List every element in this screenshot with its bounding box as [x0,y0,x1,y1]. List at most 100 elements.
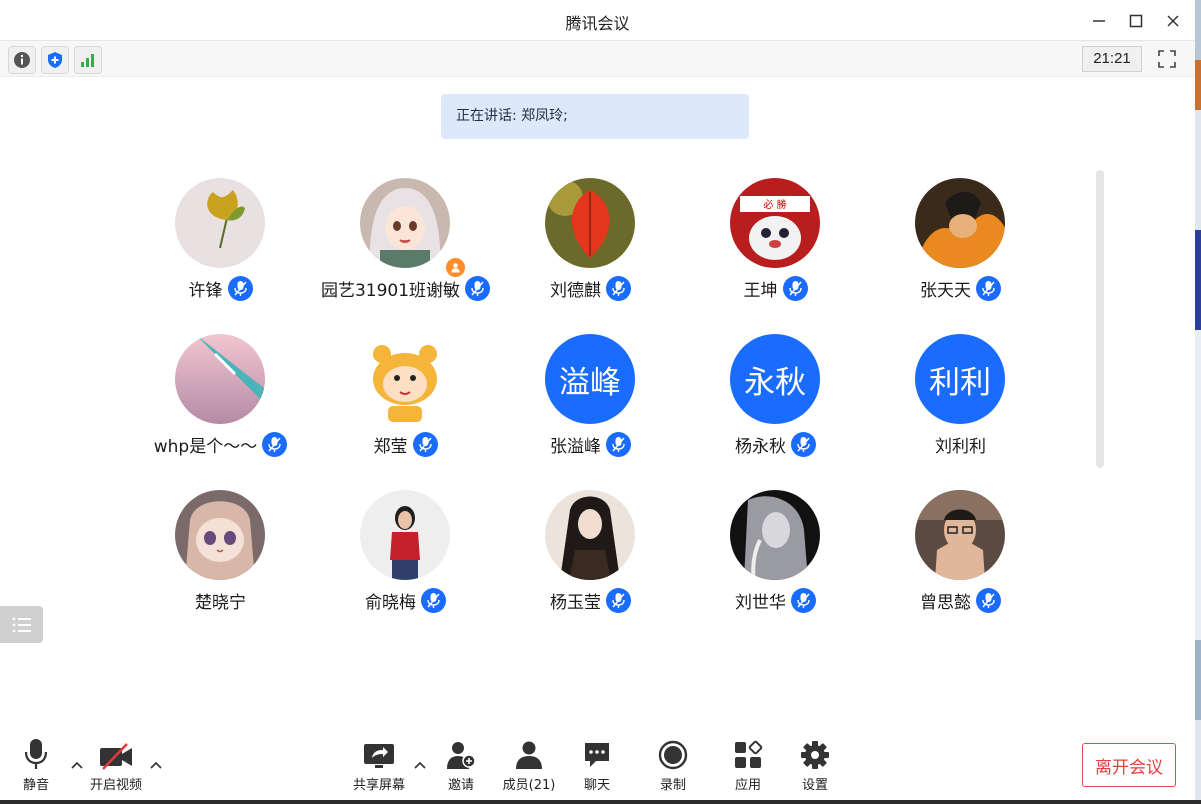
share-screen-button[interactable]: 共享屏幕 [344,738,414,793]
participant-namebar: 俞晓梅 [313,588,498,613]
leave-meeting-button[interactable]: 离开会议 [1082,743,1176,787]
video-options-caret[interactable] [149,760,163,770]
participant-namebar: 刘利利 [868,432,1053,457]
maximize-button[interactable] [1123,8,1149,34]
participant-namebar: 刘世华 [683,588,868,613]
participant-name: 刘利利 [935,437,986,457]
participant-namebar: 杨永秋 [683,432,868,457]
info-bar: 21:21 [0,41,1195,77]
fullscreen-button[interactable] [1154,46,1180,72]
close-icon [1167,15,1179,27]
title-bar: 腾讯会议 [0,0,1195,41]
share-screen-icon [364,744,394,768]
mic-muted-icon [421,588,446,613]
chat-button[interactable]: 聊天 [562,738,632,793]
members-button[interactable]: 成员(21) [494,738,564,793]
mute-label: 静音 [22,778,49,793]
participant-tile[interactable]: 郑莹 [313,334,498,464]
participant-name: 许锋 [188,281,223,301]
participant-tile[interactable]: 溢峰 张溢峰 [498,334,683,464]
meeting-window: 腾讯会议 21:21 正在讲话: 郑凤玲; 许锋 园艺31901班谢敏 刘德麒 … [0,0,1195,804]
video-label: 开启视频 [89,778,142,793]
participant-name: 楚晓宁 [195,593,246,613]
invite-label: 邀请 [447,778,474,793]
invite-button[interactable]: 邀请 [426,738,496,793]
gear-icon [801,741,829,769]
chat-label: 聊天 [583,778,610,793]
participant-name: 杨永秋 [735,437,786,457]
maximize-icon [1129,14,1143,28]
grid-scrollbar[interactable] [1096,170,1104,468]
share-label: 共享屏幕 [352,778,405,793]
participant-tile[interactable]: 张天天 [868,178,1053,308]
microphone-icon [24,739,48,769]
participant-name: 刘世华 [735,593,786,613]
participant-tile[interactable]: 刘德麒 [498,178,683,308]
mic-muted-icon [606,432,631,457]
participant-tile[interactable]: 刘世华 [683,490,868,620]
participant-avatar [175,490,265,580]
participant-avatar: 必 勝 [730,178,820,268]
share-options-caret[interactable] [413,760,427,770]
participant-avatar: 利利 [915,334,1005,424]
mic-muted-icon [791,432,816,457]
apps-label: 应用 [734,778,761,793]
participant-namebar: 刘德麒 [498,276,683,301]
participant-namebar: 王坤 [683,276,868,301]
participant-tile[interactable]: 杨玉莹 [498,490,683,620]
mic-muted-icon [606,276,631,301]
mic-muted-icon [782,276,808,301]
meeting-clock: 21:21 [1082,46,1142,72]
minimize-button[interactable] [1086,8,1112,34]
bottom-toolbar: 静音 开启视频 共享屏幕 邀请 成员(21) 聊天 录制 应用 设置 离开会议 [0,728,1195,800]
network-status-button[interactable] [74,46,102,74]
participant-tile[interactable]: 园艺31901班谢敏 [313,178,498,308]
participant-tile[interactable]: 楚晓宁 [128,490,313,620]
participant-name: 俞晓梅 [365,593,416,613]
participant-name: 杨玉莹 [550,593,601,613]
taskbar-edge [0,800,1201,804]
mic-muted-icon [465,276,491,301]
participant-avatar [175,334,265,424]
participant-name: 园艺31901班谢敏 [320,281,461,301]
chevron-up-icon [414,761,426,769]
mic-muted-icon [606,588,631,613]
participant-avatar [915,178,1005,268]
close-button[interactable] [1160,8,1186,34]
participant-name: 张天天 [920,281,971,301]
participant-tile[interactable]: 许锋 [128,178,313,308]
minimize-icon [1093,20,1105,22]
settings-label: 设置 [801,778,828,793]
participant-avatar [915,490,1005,580]
settings-button[interactable]: 设置 [780,738,850,793]
mic-muted-icon [976,276,1001,301]
participant-avatar: 溢峰 [545,334,635,424]
participant-avatar [360,178,450,268]
mic-muted-icon [976,588,1001,613]
participant-tile[interactable]: 利利 刘利利 [868,334,1053,464]
participant-avatar [545,178,635,268]
record-button[interactable]: 录制 [638,738,708,793]
participant-tile[interactable]: 必 勝王坤 [683,178,868,308]
speaking-indicator: 正在讲话: 郑凤玲; [441,94,749,139]
participant-avatar [730,490,820,580]
participant-tile[interactable]: 俞晓梅 [313,490,498,620]
shield-icon [48,52,62,68]
participant-tile[interactable]: 永秋 杨永秋 [683,334,868,464]
security-button[interactable] [41,46,69,74]
invite-user-icon [447,742,476,769]
participant-namebar: 张天天 [868,276,1053,301]
meeting-info-button[interactable] [8,46,36,74]
apps-icon [735,740,763,768]
participant-namebar: whp是个～～ [128,432,313,457]
participant-tile[interactable]: 曾思懿 [868,490,1053,620]
participant-avatar [545,490,635,580]
participant-namebar: 许锋 [128,276,313,301]
participant-list-toggle[interactable] [0,606,43,643]
camera-off-icon [100,743,132,770]
mute-button[interactable]: 静音 [1,738,71,793]
apps-button[interactable]: 应用 [713,738,783,793]
participant-tile[interactable]: whp是个～～ [128,334,313,464]
mic-muted-icon [227,276,253,301]
start-video-button[interactable]: 开启视频 [81,738,151,793]
